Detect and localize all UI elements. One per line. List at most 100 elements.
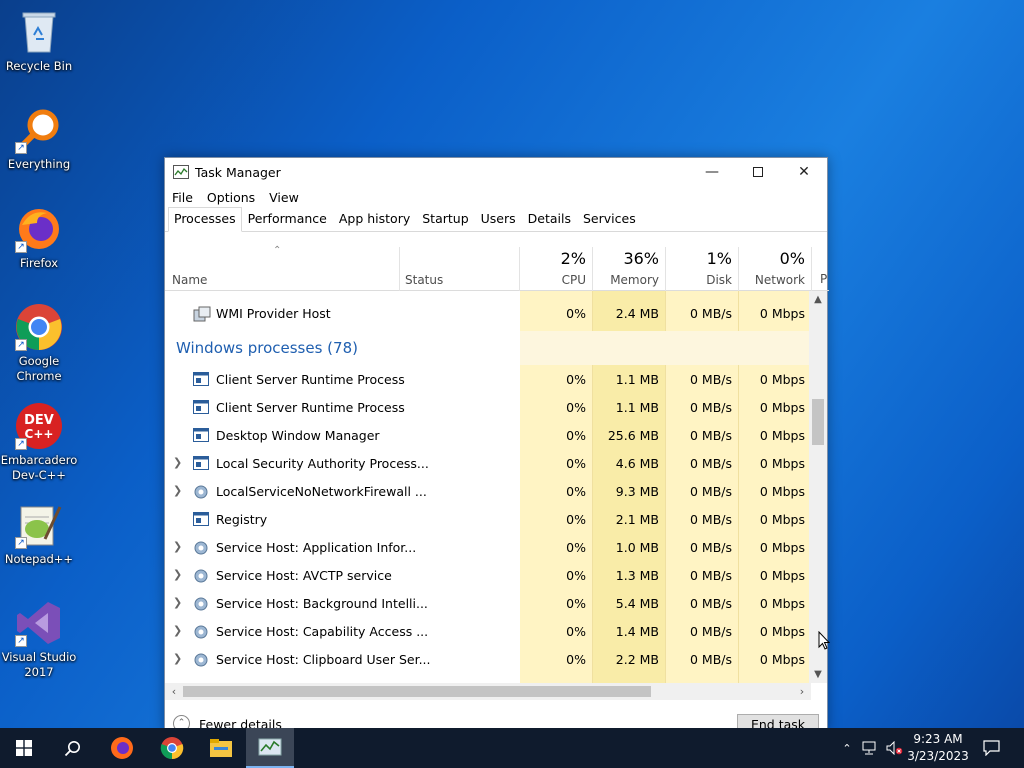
- svg-text:DEV: DEV: [24, 413, 54, 428]
- tab-services[interactable]: Services: [577, 207, 642, 231]
- column-cpu[interactable]: 2% CPU: [520, 247, 593, 291]
- show-hidden-icons[interactable]: ⌃: [838, 742, 856, 755]
- expand-chevron-icon[interactable]: ❯: [173, 540, 182, 553]
- search-icon: [64, 740, 80, 756]
- tab-app-history[interactable]: App history: [333, 207, 416, 231]
- column-network[interactable]: 0% Network: [739, 247, 812, 291]
- network-icon[interactable]: [862, 741, 878, 755]
- process-name: Client Server Runtime Process: [216, 372, 405, 387]
- minimize-button[interactable]: —: [689, 158, 735, 186]
- sort-arrow-icon: ⌃: [273, 245, 282, 256]
- cpu-value: 0%: [566, 484, 586, 499]
- expand-chevron-icon[interactable]: ❯: [173, 624, 182, 637]
- shortcut-arrow-icon: ↗: [15, 142, 27, 154]
- process-name: Service Host: Application Infor...: [216, 540, 417, 555]
- start-button[interactable]: [0, 728, 48, 768]
- disk-value: 0 MB/s: [689, 652, 732, 667]
- taskbar-task-manager[interactable]: [246, 728, 294, 768]
- network-value: 0 Mbps: [759, 400, 805, 415]
- desktop-icon-firefox[interactable]: ↗ Firefox: [0, 205, 78, 271]
- taskbar-chrome[interactable]: [148, 728, 196, 768]
- menu-options[interactable]: Options: [200, 190, 262, 205]
- clock-date: 3/23/2023: [907, 749, 969, 763]
- network-value: 0 Mbps: [759, 484, 805, 499]
- gear-icon: [193, 596, 209, 612]
- gear-icon: [193, 652, 209, 668]
- close-button[interactable]: ✕: [781, 158, 827, 186]
- cpu-value: 0%: [566, 596, 586, 611]
- memory-value: 1.1 MB: [615, 372, 659, 387]
- scroll-down-arrow[interactable]: ▼: [809, 666, 827, 683]
- chrome-icon: ↗: [15, 303, 63, 351]
- table-row[interactable]: Registry 0% 2.1 MB 0 MB/s 0 Mbps: [165, 506, 811, 534]
- menu-view[interactable]: View: [262, 190, 306, 205]
- expand-chevron-icon[interactable]: ❯: [173, 596, 182, 609]
- desktop-icon-visual-studio[interactable]: ↗ Visual Studio 2017: [0, 599, 78, 680]
- menu-file[interactable]: File: [165, 190, 200, 205]
- tab-performance[interactable]: Performance: [242, 207, 333, 231]
- table-row[interactable]: ❯ Local Security Authority Process... 0% 4.…: [165, 450, 811, 478]
- notification-icon: [982, 740, 1000, 756]
- cpu-value: 0%: [566, 372, 586, 387]
- search-button[interactable]: [48, 728, 96, 768]
- vertical-scrollbar[interactable]: ▲ ▼: [809, 291, 827, 683]
- action-center-button[interactable]: [968, 728, 1014, 768]
- table-row[interactable]: ❯ Service Host: Background Intelli... 0% 5.…: [165, 590, 811, 618]
- desktop-icon-recycle-bin[interactable]: Recycle Bin: [0, 8, 78, 74]
- clock[interactable]: 9:23 AM 3/23/2023: [906, 731, 970, 765]
- devcpp-icon: DEV C++ ↗: [15, 402, 63, 450]
- tab-users[interactable]: Users: [475, 207, 522, 231]
- taskbar-firefox[interactable]: [98, 728, 146, 768]
- scroll-up-arrow[interactable]: ▲: [809, 291, 827, 308]
- column-disk[interactable]: 1% Disk: [666, 247, 739, 291]
- expand-chevron-icon[interactable]: ❯: [173, 456, 182, 469]
- desktop-icon-label: Visual Studio 2017: [1, 650, 77, 679]
- taskbar: ⌃ 9:23 AM 3/23/2023: [0, 728, 1024, 768]
- table-row[interactable]: Client Server Runtime Process 0% 1.1 MB 0 M…: [165, 394, 811, 422]
- volume-muted-icon[interactable]: [886, 741, 904, 755]
- expand-chevron-icon[interactable]: ❯: [173, 568, 182, 581]
- tab-startup[interactable]: Startup: [416, 207, 474, 231]
- scroll-right-arrow[interactable]: ›: [793, 683, 811, 700]
- taskbar-file-explorer[interactable]: [197, 728, 245, 768]
- column-power-partial[interactable]: P: [820, 272, 827, 286]
- disk-value: 0 MB/s: [689, 596, 732, 611]
- table-row[interactable]: ❯ Service Host: Application Infor... 0% 1.0…: [165, 534, 811, 562]
- column-name[interactable]: ⌃ Name: [165, 245, 400, 291]
- desktop-icon-chrome[interactable]: ↗ Google Chrome: [0, 303, 78, 384]
- column-status[interactable]: Status: [400, 247, 520, 291]
- table-row[interactable]: ❯ Service Host: AVCTP service 0% 1.3 MB 0 MB…: [165, 562, 811, 590]
- tab-details[interactable]: Details: [522, 207, 577, 231]
- table-row[interactable]: ❯ Service Host: Clipboard User Ser... 0% 2.…: [165, 646, 811, 674]
- expand-chevron-icon[interactable]: ❯: [173, 652, 182, 665]
- scroll-thumb[interactable]: [812, 399, 824, 445]
- shortcut-arrow-icon: ↗: [15, 635, 27, 647]
- network-value: 0 Mbps: [759, 306, 805, 321]
- windows-logo-icon: [16, 740, 32, 756]
- table-row[interactable]: Client Server Runtime Process 0% 1.1 MB 0 M…: [165, 366, 811, 394]
- cpu-value: 0%: [566, 428, 586, 443]
- file-explorer-icon: [210, 739, 232, 757]
- network-value: 0 Mbps: [759, 456, 805, 471]
- table-row[interactable]: Desktop Window Manager 0% 25.6 MB 0 MB/s 0 M…: [165, 422, 811, 450]
- window-icon: [193, 512, 209, 528]
- everything-search-icon: ↗: [15, 106, 63, 154]
- table-row[interactable]: ❯ LocalServiceNoNetworkFirewall ... 0% 9.3 …: [165, 478, 811, 506]
- process-list[interactable]: WMI Provider Host 0% 2.4 MB 0 MB/s 0 Mbps Win…: [165, 291, 811, 683]
- maximize-button[interactable]: [735, 158, 781, 186]
- expand-chevron-icon[interactable]: ❯: [173, 484, 182, 497]
- shortcut-arrow-icon: ↗: [15, 438, 27, 450]
- scroll-left-arrow[interactable]: ‹: [165, 683, 183, 700]
- group-header-windows-processes: Windows processes (78): [176, 339, 358, 357]
- desktop-icon-notepadpp[interactable]: ↗ Notepad++: [0, 501, 78, 567]
- horizontal-scrollbar[interactable]: ‹ ›: [165, 683, 811, 700]
- column-memory[interactable]: 36% Memory: [593, 247, 666, 291]
- table-row[interactable]: WMI Provider Host 0% 2.4 MB 0 MB/s 0 Mbps: [165, 300, 811, 328]
- desktop-icon-devcpp[interactable]: DEV C++ ↗ Embarcadero Dev-C++: [0, 402, 78, 483]
- hscroll-thumb[interactable]: [183, 686, 651, 697]
- table-row[interactable]: ❯ Service Host: Capability Access ... 0% 1.…: [165, 618, 811, 646]
- network-value: 0 Mbps: [759, 540, 805, 555]
- gear-icon: [193, 624, 209, 640]
- desktop-icon-everything-search[interactable]: ↗ Everything: [0, 106, 78, 172]
- tab-processes[interactable]: Processes: [168, 207, 242, 232]
